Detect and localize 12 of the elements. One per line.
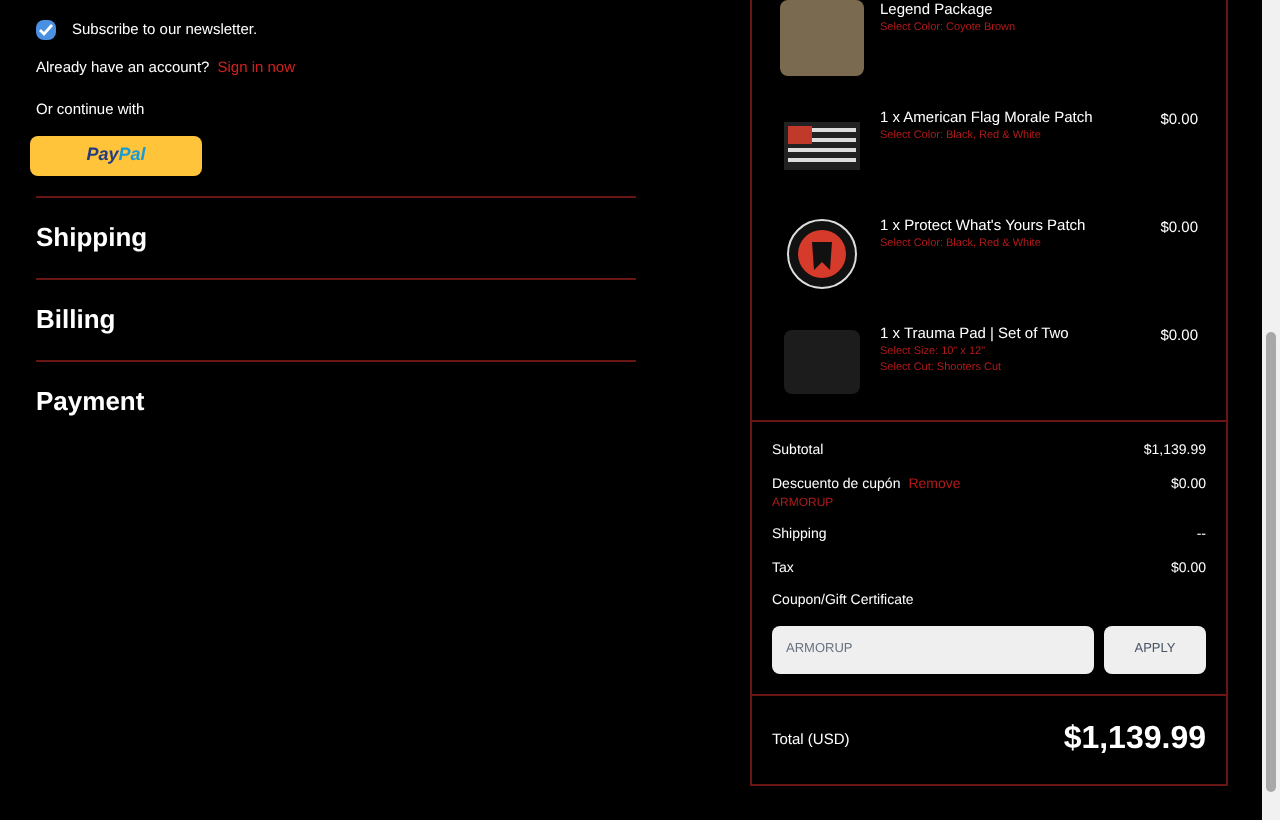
section-heading[interactable]: Billing: [36, 300, 116, 340]
section-heading[interactable]: Payment: [36, 382, 145, 422]
newsletter-checkbox[interactable]: [36, 19, 56, 40]
pad-photo-placeholder: [784, 330, 860, 394]
total-value: $1,139.99: [1063, 719, 1206, 759]
scrollbar-thumb[interactable]: [1266, 332, 1276, 792]
section-heading[interactable]: Shipping: [36, 218, 148, 258]
vest-photo-placeholder: [780, 0, 864, 76]
paypal-button[interactable]: PayPal: [30, 135, 202, 176]
check-icon: [38, 21, 54, 38]
flag-patch-icon: [784, 122, 860, 170]
round-patch-icon: [786, 218, 858, 290]
